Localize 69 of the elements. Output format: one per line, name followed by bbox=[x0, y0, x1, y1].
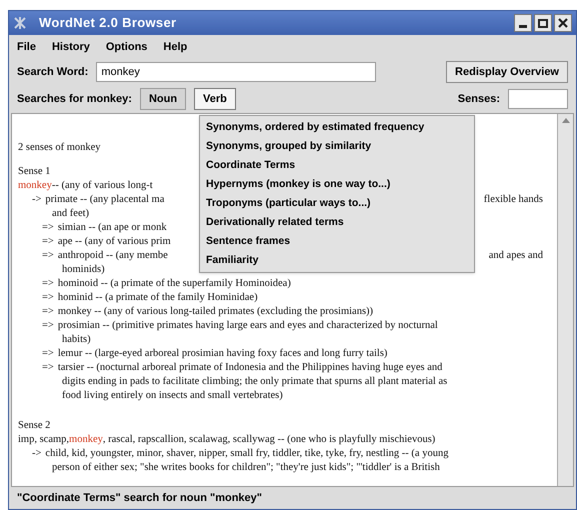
entry-text: prosimian -- (primitive primates having large ears and eyes and characterized by nocturnal bbox=[58, 319, 438, 334]
entry-text: food living entirely on insects and small vertebrates) bbox=[62, 389, 283, 404]
entry-text: anthropoid -- (any membe bbox=[58, 249, 168, 264]
entry-text: , rascal, rapscallion, scalawag, scallywag -- (one who is playfully mischievous) bbox=[102, 433, 436, 448]
arrow-symbol: => bbox=[42, 319, 54, 334]
entry-text: lemur -- (large-eyed arboreal prosimian having foxy faces and long furry tails) bbox=[58, 347, 388, 362]
status-text: "Coordinate Terms" search for noun "monkey" bbox=[17, 490, 262, 506]
dropdown-item[interactable]: Synonyms, grouped by similarity bbox=[200, 137, 474, 156]
senses-summary: 2 senses of monkey bbox=[18, 141, 101, 156]
entry-text: primate -- (any placental ma bbox=[45, 193, 164, 208]
arrow-symbol: => bbox=[42, 291, 54, 306]
close-button[interactable] bbox=[554, 14, 572, 32]
minimize-button[interactable] bbox=[514, 14, 532, 32]
entry-text: habits) bbox=[62, 333, 91, 348]
menu-item[interactable]: History bbox=[52, 38, 90, 56]
sense-heading: Sense 1 bbox=[18, 165, 50, 180]
entry-text: simian -- (an ape or monk bbox=[58, 221, 167, 236]
senses-field[interactable] bbox=[508, 89, 568, 109]
arrow-symbol: => bbox=[42, 235, 54, 250]
part-of-speech-button[interactable]: Noun bbox=[140, 88, 186, 110]
entry-text: and apes and bbox=[488, 249, 543, 264]
arrow-symbol: -> bbox=[32, 447, 42, 462]
close-icon bbox=[558, 18, 568, 28]
entry-text: monkey -- (any of various long-tailed primates (excluding the prosimians)) bbox=[58, 305, 374, 320]
menu-item[interactable]: File bbox=[17, 38, 36, 56]
scrollbar[interactable] bbox=[557, 114, 573, 486]
entry-text: child, kid, youngster, minor, shaver, nipper, small fry, tiddler, tike, tyke, fry, nestling -- (a young bbox=[45, 447, 448, 462]
maximize-icon bbox=[538, 18, 548, 28]
arrow-symbol: => bbox=[42, 249, 54, 264]
entry-text: hominid -- (a primate of the family Hominidae) bbox=[58, 291, 258, 306]
arrow-symbol: => bbox=[42, 277, 54, 292]
sense-heading: Sense 2 bbox=[18, 419, 50, 434]
entry-text: person of either sex; "she writes books for children"; "they're just kids"; "'tiddler' is a British bbox=[52, 461, 440, 476]
entry-text: hominids) bbox=[62, 263, 105, 278]
menu-item[interactable]: Options bbox=[106, 38, 148, 56]
arrow-symbol: => bbox=[42, 347, 54, 362]
entry-text: digits ending in pads to facilitate climbing; the only primate that spurns all plant material as bbox=[62, 375, 448, 390]
entry-text: imp, scamp, bbox=[18, 433, 70, 448]
highlighted-word: monkey bbox=[18, 179, 52, 194]
dropdown-item[interactable]: Derivationally related terms bbox=[200, 213, 474, 232]
dropdown-item[interactable]: Familiarity bbox=[200, 251, 474, 270]
redisplay-button[interactable]: Redisplay Overview bbox=[446, 61, 568, 83]
search-label: Search Word: bbox=[17, 64, 88, 80]
arrow-symbol: -> bbox=[32, 193, 42, 208]
arrow-symbol: => bbox=[42, 361, 54, 376]
dropdown-item[interactable]: Synonyms, ordered by estimated frequency bbox=[200, 118, 474, 137]
arrow-symbol: => bbox=[42, 221, 54, 236]
part-of-speech-button[interactable]: Verb bbox=[194, 88, 236, 110]
dropdown-item[interactable]: Sentence frames bbox=[200, 232, 474, 251]
scroll-up-icon bbox=[560, 116, 570, 124]
senses-label: Senses: bbox=[458, 92, 500, 107]
entry-text: hominoid -- (a primate of the superfamily Hominoidea) bbox=[58, 277, 291, 292]
entry-text: ape -- (any of various prim bbox=[58, 235, 171, 250]
searches-label: Searches for monkey: bbox=[17, 92, 132, 107]
entry-text: tarsier -- (nocturnal arboreal primate of Indonesia and the Philippines having huge eyes and bbox=[58, 361, 442, 376]
entry-text: flexible hands bbox=[484, 193, 543, 208]
arrow-symbol: => bbox=[42, 305, 54, 320]
dropdown-item[interactable]: Troponyms (particular ways to...) bbox=[200, 194, 474, 213]
app-icon bbox=[13, 16, 27, 30]
entry-text: -- (any of various long-t bbox=[52, 179, 153, 194]
maximize-button[interactable] bbox=[534, 14, 552, 32]
minimize-icon bbox=[519, 25, 527, 28]
entry-text: and feet) bbox=[52, 207, 90, 222]
dropdown-item[interactable]: Hypernyms (monkey is one way to...) bbox=[200, 175, 474, 194]
search-field[interactable]: monkey bbox=[96, 62, 376, 82]
dropdown-item[interactable]: Coordinate Terms bbox=[200, 156, 474, 175]
menu-item[interactable]: Help bbox=[163, 38, 188, 56]
highlighted-word: monkey bbox=[69, 433, 103, 448]
window-title: WordNet 2.0 Browser bbox=[39, 14, 176, 32]
